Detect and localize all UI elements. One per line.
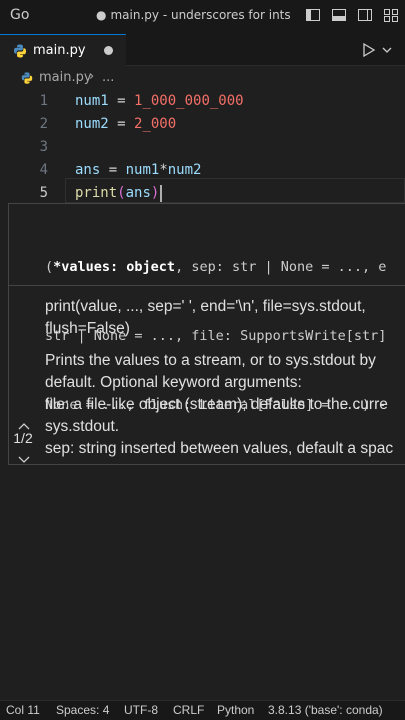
code-token: 2_000 xyxy=(134,116,177,132)
breadcrumb: main.py › ... xyxy=(0,66,405,90)
python-file-icon xyxy=(20,70,34,89)
line-number: 4 xyxy=(39,162,48,178)
code-line[interactable]: 2 num2 = 2_000 xyxy=(0,113,405,136)
layout-controls xyxy=(305,7,399,27)
tab-main-py[interactable]: main.py xyxy=(0,34,126,66)
line-number: 2 xyxy=(39,116,48,132)
title-bar: Go ●main.py - underscores for ints - ... xyxy=(0,0,405,34)
code-token: 1_000_000_000 xyxy=(134,93,244,109)
run-python-file-button[interactable] xyxy=(362,42,376,62)
text-cursor xyxy=(160,184,163,202)
doc-line: Prints the values to a stream, or to sys… xyxy=(45,352,376,369)
menu-go[interactable]: Go xyxy=(10,7,29,23)
code-token: = xyxy=(108,116,135,132)
status-eol[interactable]: CRLF xyxy=(173,703,204,717)
code-token: ( xyxy=(117,185,126,201)
window-title-text: main.py - underscores for ints - ... xyxy=(110,8,292,22)
unsaved-indicator: ● xyxy=(96,8,107,22)
status-indentation[interactable]: Spaces: 4 xyxy=(56,703,109,717)
status-encoding[interactable]: UTF-8 xyxy=(124,703,158,717)
toggle-secondary-sidebar-icon[interactable] xyxy=(357,7,373,27)
code-token: ans xyxy=(125,185,151,201)
unsaved-dot-icon[interactable] xyxy=(104,46,113,55)
signature-text-part: ( xyxy=(45,259,54,275)
python-file-icon xyxy=(12,43,28,63)
code-token: num1 xyxy=(125,162,160,178)
toggle-panel-icon[interactable] xyxy=(331,7,347,27)
chevron-down-icon[interactable] xyxy=(17,450,31,464)
code-token: print xyxy=(75,185,118,201)
code-text: print(ans) xyxy=(75,182,163,205)
breadcrumb-file[interactable]: main.py xyxy=(39,70,92,85)
code-text: ans = num1*num2 xyxy=(75,159,201,182)
signature-help-popup: (*values: object, sep: str | None = ...,… xyxy=(8,203,405,465)
code-text: num1 = 1_000_000_000 xyxy=(75,90,244,113)
chevron-down-icon[interactable] xyxy=(381,42,393,62)
line-number: 3 xyxy=(39,139,48,155)
code-line[interactable]: 4 ans = num1*num2 xyxy=(0,159,405,182)
code-line[interactable]: 3 xyxy=(0,136,405,159)
overload-counter: 1/2 xyxy=(13,430,33,446)
active-parameter: *values: object xyxy=(53,259,176,275)
signature-text-part: , sep: str | None = ..., e xyxy=(175,259,387,275)
code-token: ) xyxy=(150,185,160,201)
status-cursor-position[interactable]: Col 11 xyxy=(6,703,40,717)
code-token: num2 xyxy=(75,116,109,132)
code-token: = xyxy=(108,93,135,109)
code-token: * xyxy=(159,162,168,178)
code-line[interactable]: 1 num1 = 1_000_000_000 xyxy=(0,90,405,113)
code-token: num1 xyxy=(75,93,109,109)
doc-line: file: a file-like object (stream); defau… xyxy=(45,396,388,413)
code-line[interactable]: 5 print(ans) xyxy=(0,182,405,205)
line-number: 1 xyxy=(39,93,48,109)
doc-line: default. Optional keyword arguments: xyxy=(45,374,302,391)
tab-label: main.py xyxy=(33,43,86,58)
status-interpreter[interactable]: 3.8.13 ('base': conda) xyxy=(268,703,383,717)
code-token: num2 xyxy=(167,162,202,178)
breadcrumb-symbols[interactable]: ... xyxy=(102,70,114,85)
signature-line: (*values: object, sep: str | None = ...,… xyxy=(45,256,386,279)
doc-line: sep: string inserted between values, def… xyxy=(45,440,394,457)
status-language[interactable]: Python xyxy=(217,703,254,717)
code-text: num2 = 2_000 xyxy=(75,113,176,136)
doc-line: print(value, ..., sep=' ', end='\n', fil… xyxy=(45,298,366,315)
doc-line: sys.stdout. xyxy=(45,418,120,435)
doc-line: flush=False) xyxy=(45,320,130,337)
status-bar: Col 11 Spaces: 4 UTF-8 CRLF Python 3.8.1… xyxy=(0,700,405,720)
customize-layout-icon[interactable] xyxy=(383,7,399,27)
code-token: ans xyxy=(75,162,101,178)
editor-tab-bar: main.py xyxy=(0,34,405,66)
breadcrumb-separator: › xyxy=(89,69,95,84)
code-token: = xyxy=(100,162,126,178)
line-number: 5 xyxy=(39,185,48,201)
toggle-primary-sidebar-icon[interactable] xyxy=(305,7,321,27)
popup-divider xyxy=(9,285,405,286)
window-title: ●main.py - underscores for ints - ... xyxy=(96,8,292,22)
